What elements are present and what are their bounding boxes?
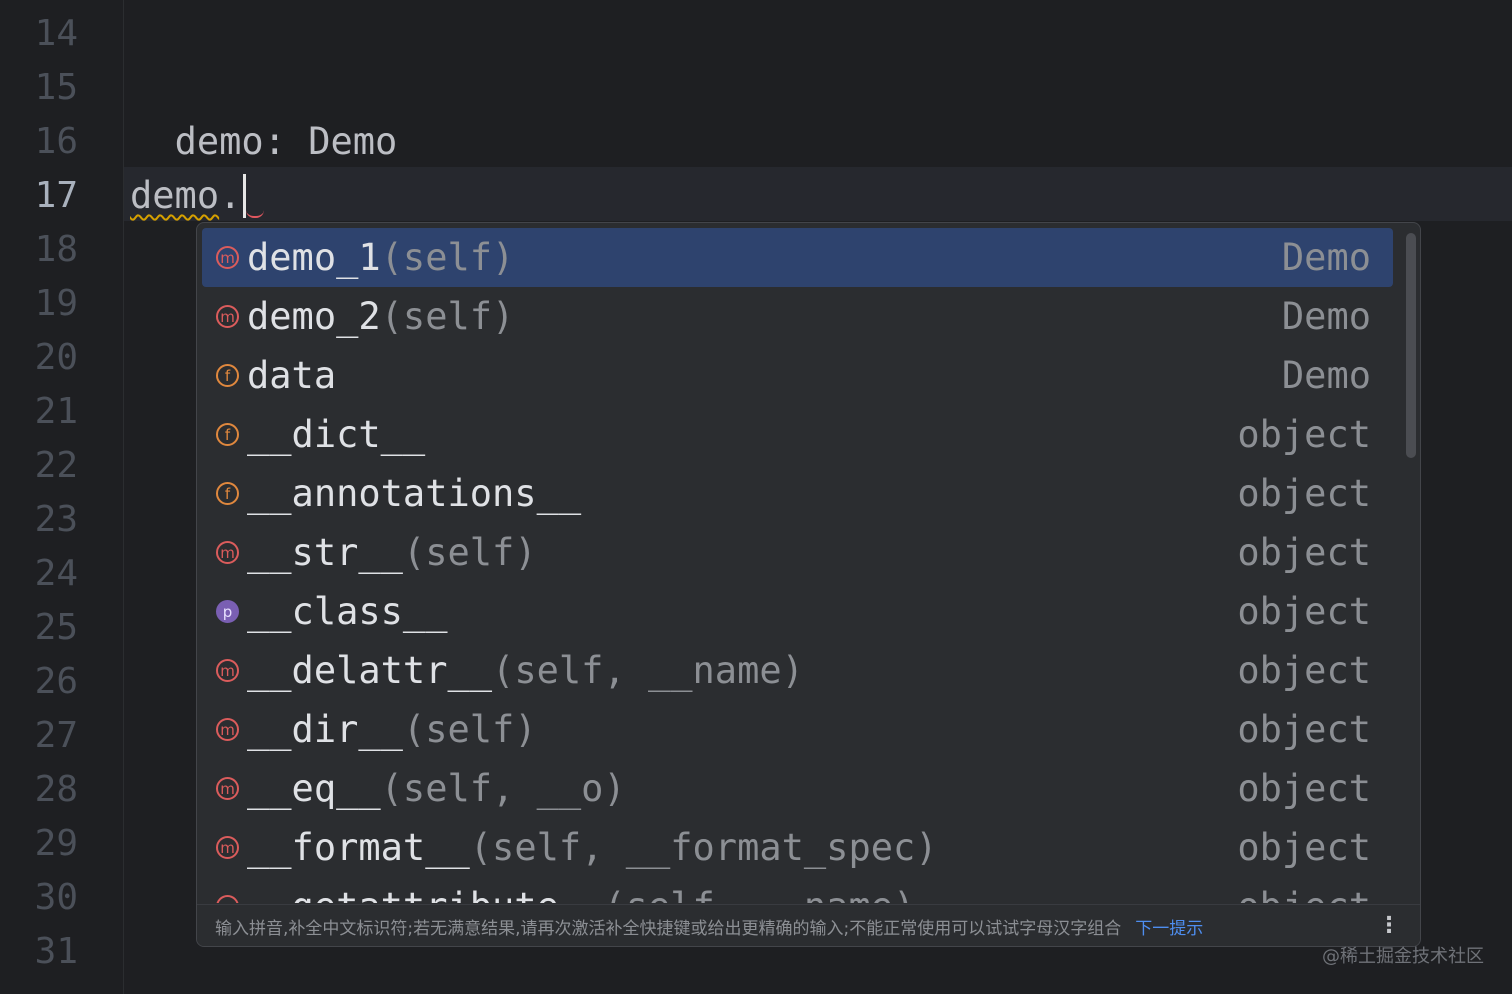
completion-item-params: (self, __o) <box>380 767 626 810</box>
completion-item-type: object <box>1237 885 1371 903</box>
completion-item[interactable]: m __delattr__ (self, __name) object <box>202 641 1393 700</box>
code-line-15[interactable]: demo: Demo <box>130 61 398 163</box>
completion-item[interactable]: m __format__ (self, __format_spec) object <box>202 818 1393 877</box>
completion-item[interactable]: m __dir__ (self) object <box>202 700 1393 759</box>
code-dot: . <box>219 174 242 217</box>
completion-item-name: data <box>247 354 337 397</box>
completion-list: m demo_1 (self) Demo m demo_2 (self) Demo f data D… <box>197 223 1420 903</box>
method-icon: m <box>216 836 239 859</box>
line-number: 28 <box>34 769 78 810</box>
line-number: 17 <box>34 175 78 216</box>
completion-item-name: __str__ <box>247 531 403 574</box>
completion-item-type: object <box>1237 590 1371 633</box>
line-number: 31 <box>34 931 78 972</box>
completion-item-name: __format__ <box>247 826 470 869</box>
completion-item[interactable]: p __class__ object <box>202 582 1393 641</box>
method-icon: m <box>216 777 239 800</box>
completion-item-type: object <box>1237 708 1371 751</box>
completion-item-type: Demo <box>1281 295 1371 338</box>
completion-item-params: (self) <box>402 708 537 751</box>
completion-item-params: (self) <box>402 531 537 574</box>
completion-item-name: __dir__ <box>247 708 403 751</box>
field-icon: f <box>216 482 239 505</box>
line-number: 23 <box>34 499 78 540</box>
completion-item[interactable]: m demo_2 (self) Demo <box>202 287 1393 346</box>
completion-item-name: __annotations__ <box>247 472 582 515</box>
completion-item[interactable]: m __eq__ (self, __o) object <box>202 759 1393 818</box>
line-number: 20 <box>34 337 78 378</box>
completion-item-name: demo_2 <box>247 295 381 338</box>
method-icon: m <box>216 246 239 269</box>
completion-item[interactable]: m __getattribute__(self, __name) object <box>202 877 1393 903</box>
completion-item-type: object <box>1237 472 1371 515</box>
line-number: 16 <box>34 121 78 162</box>
completion-item-type: object <box>1237 767 1371 810</box>
line-number: 30 <box>34 877 78 918</box>
completion-item[interactable]: f __dict__ object <box>202 405 1393 464</box>
code-line-17[interactable]: demo. <box>130 169 265 223</box>
line-number: 21 <box>34 391 78 432</box>
method-icon: m <box>216 541 239 564</box>
completion-item[interactable]: f data Demo <box>202 346 1393 405</box>
watermark: @稀土掘金技术社区 <box>1322 946 1484 967</box>
more-options-icon[interactable]: ⋮ <box>1378 913 1400 939</box>
completion-popup: m demo_1 (self) Demo m demo_2 (self) Demo f data D… <box>196 222 1421 947</box>
completion-item-params: (self) <box>380 295 515 338</box>
line-number: 19 <box>34 283 78 324</box>
completion-item[interactable]: f __annotations__ object <box>202 464 1393 523</box>
next-hint-link[interactable]: 下一提示 <box>1135 914 1203 939</box>
line-number: 29 <box>34 823 78 864</box>
completion-item-name: __class__ <box>247 590 448 633</box>
completion-item-name: __dict__ <box>247 413 426 456</box>
code-identifier: demo <box>130 174 220 217</box>
completion-item-type: Demo <box>1281 236 1371 279</box>
method-icon: m <box>216 718 239 741</box>
completion-scrollbar[interactable] <box>1406 233 1416 458</box>
method-icon: m <box>216 659 239 682</box>
completion-hint-text: 输入拼音,补全中文标识符;若无满意结果,请再次激活补全快捷键或给出更精确的输入;… <box>215 919 1122 939</box>
completion-item-name: demo_1 <box>247 236 381 279</box>
method-icon: m <box>216 305 239 328</box>
completion-item-name: __eq__ <box>247 767 381 810</box>
line-number: 15 <box>34 67 78 108</box>
field-icon: f <box>216 423 239 446</box>
completion-item[interactable]: m __str__ (self) object <box>202 523 1393 582</box>
error-marker-icon <box>246 208 265 218</box>
method-icon: m <box>216 895 239 903</box>
line-number: 27 <box>34 715 78 756</box>
completion-item-params: (self) <box>380 236 515 279</box>
completion-item-type: Demo <box>1281 354 1371 397</box>
completion-item-params: (self, __name) <box>603 885 915 903</box>
line-number: 18 <box>34 229 78 270</box>
completion-item-name: __delattr__ <box>247 649 493 692</box>
line-number: 22 <box>34 445 78 486</box>
code-text: demo: Demo <box>174 120 398 163</box>
completion-item-params: (self, __format_spec) <box>469 826 938 869</box>
line-number-gutter: 14 15 16 17 18 19 20 21 22 23 24 25 26 27 28 29 30 31 <box>0 0 124 994</box>
line-number: 24 <box>34 553 78 594</box>
line-number: 14 <box>34 13 78 54</box>
completion-item-type: object <box>1237 531 1371 574</box>
completion-item-params: (self, __name) <box>492 649 804 692</box>
completion-footer: 输入拼音,补全中文标识符;若无满意结果,请再次激活补全快捷键或给出更精确的输入;… <box>197 904 1420 946</box>
completion-item-name: __getattribute__ <box>247 885 603 903</box>
field-icon: f <box>216 364 239 387</box>
completion-item-type: object <box>1237 649 1371 692</box>
property-icon: p <box>216 600 239 623</box>
completion-item-type: object <box>1237 826 1371 869</box>
line-number: 25 <box>34 607 78 648</box>
completion-item[interactable]: m demo_1 (self) Demo <box>202 228 1393 287</box>
line-number: 26 <box>34 661 78 702</box>
completion-item-type: object <box>1237 413 1371 456</box>
